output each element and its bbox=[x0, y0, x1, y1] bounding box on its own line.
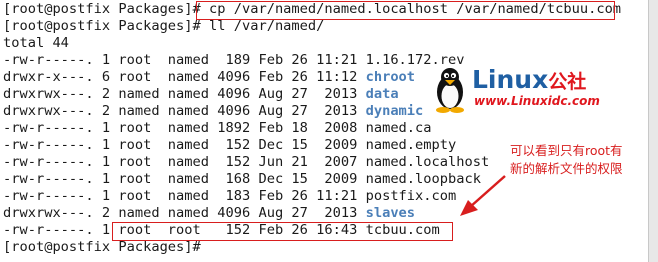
scrollbar[interactable] bbox=[648, 0, 658, 262]
arrow-icon bbox=[460, 175, 506, 216]
terminal-screenshot: [root@postfix Packages]# cp /var/named/n… bbox=[0, 0, 658, 262]
